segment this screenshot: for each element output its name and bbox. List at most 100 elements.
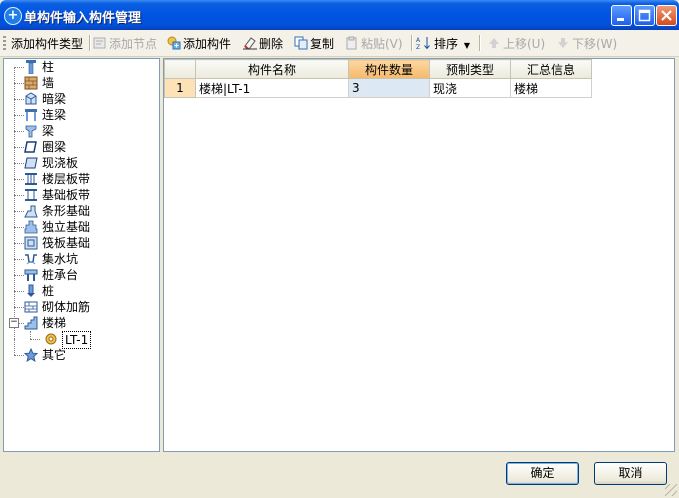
component-grid[interactable]: 构件名称 构件数量 预制类型 汇总信息 1 楼梯|LT-1 3 现浇 楼梯 (163, 58, 675, 452)
dialog-window: + 单构件输入构件管理 添加构件类型 添加节点 添加构件 删除 复制 粘贴(V)… (0, 0, 679, 498)
tree-item-label: 其它 (42, 348, 67, 362)
column-header-prefab-type[interactable]: 预制类型 (429, 59, 511, 79)
toolbar-grip[interactable] (3, 36, 6, 51)
copy-button[interactable]: 复制 (294, 36, 334, 52)
tree-connector (14, 195, 24, 196)
tree-item-label: LT-1 (62, 331, 92, 349)
cell-summary[interactable]: 楼梯 (510, 78, 592, 98)
add-node-icon (93, 37, 106, 49)
floor-strip-icon (25, 173, 37, 185)
tree-item-label: 独立基础 (42, 220, 91, 234)
tree-connector (14, 211, 24, 212)
sort-label: 排序 (434, 37, 459, 51)
tree-connector (14, 243, 24, 244)
maximize-button[interactable] (634, 5, 655, 26)
tree-item-label: 连梁 (42, 108, 67, 122)
toolbar-separator (89, 35, 91, 51)
tree-connector (14, 83, 24, 84)
tree-connector (14, 99, 24, 100)
delete-label: 删除 (259, 37, 284, 51)
row-number[interactable]: 1 (164, 78, 196, 98)
paste-label: 粘贴(V) (361, 37, 403, 51)
toolbar-separator (411, 35, 413, 51)
move-up-label: 上移(U) (503, 37, 546, 51)
move-down-label: 下移(W) (572, 37, 618, 51)
row-number-header[interactable] (164, 59, 196, 79)
tree-item-label: 墙 (42, 76, 55, 90)
add-component-type-button[interactable]: 添加构件类型 (11, 36, 83, 52)
close-button[interactable] (656, 5, 677, 26)
ring-beam-icon (24, 141, 37, 153)
tree-item-label: 基础板带 (42, 188, 91, 202)
tree-item-label: 砌体加筋 (42, 300, 91, 314)
beam-icon (25, 125, 37, 138)
minimize-button[interactable] (611, 5, 632, 26)
isolated-foundation-icon (24, 220, 38, 234)
tree-item-label: 集水坑 (42, 252, 79, 266)
title-bar[interactable]: + 单构件输入构件管理 (0, 0, 679, 30)
add-component-label: 添加构件 (183, 37, 232, 51)
tree-item-label: 现浇板 (42, 156, 79, 170)
tree-connector (30, 339, 40, 340)
stair-icon (24, 316, 38, 330)
raft-foundation-icon (24, 236, 38, 250)
move-down-button[interactable]: 下移(W) (556, 36, 617, 52)
paste-icon (346, 36, 357, 50)
tree-connector (14, 227, 24, 228)
link-beam-icon (25, 109, 37, 121)
other-star-icon (24, 348, 38, 362)
paste-button[interactable]: 粘贴(V) (345, 36, 403, 52)
toolbar-separator (479, 35, 481, 51)
svg-text:Z: Z (416, 44, 420, 50)
cell-prefab-type[interactable]: 现浇 (429, 78, 511, 98)
wall-icon (24, 76, 38, 90)
add-component-icon (167, 36, 181, 50)
column-icon (26, 60, 36, 74)
foundation-strip-icon (25, 189, 37, 201)
maximize-icon (638, 9, 651, 22)
tree-connector (14, 131, 24, 132)
delete-button[interactable]: 删除 (243, 36, 283, 52)
sump-icon (25, 254, 37, 265)
svg-text:A: A (416, 37, 421, 44)
minimize-icon (617, 18, 624, 21)
table-row[interactable]: 1 楼梯|LT-1 3 现浇 楼梯 (164, 78, 592, 98)
pile-icon (27, 284, 35, 297)
tree-connector (14, 339, 15, 355)
tree-item-label: 筏板基础 (42, 236, 91, 250)
slab-icon (24, 157, 38, 169)
app-icon: + (4, 7, 22, 25)
tree-connector (30, 331, 31, 339)
tree-item-label: 暗梁 (42, 92, 67, 106)
column-header-summary[interactable]: 汇总信息 (510, 59, 592, 79)
add-node-label: 添加节点 (109, 37, 158, 51)
collapse-toggle[interactable]: − (9, 318, 19, 328)
component-gear-icon (45, 333, 57, 345)
column-header-quantity[interactable]: 构件数量 (348, 59, 430, 79)
tree-connector (14, 67, 24, 68)
add-node-button[interactable]: 添加节点 (93, 36, 157, 52)
component-type-tree[interactable]: 柱墙暗梁 连梁梁圈梁 现浇板 楼层板带 基础板带 条形基础 独立基础 筏板基础 集水坑 桩承台桩砌… (3, 58, 160, 452)
chevron-down-icon: ▼ (463, 41, 470, 50)
tree-item-label: 桩承台 (42, 268, 79, 282)
resize-grip[interactable] (665, 484, 677, 496)
cell-name[interactable]: 楼梯|LT-1 (195, 78, 349, 98)
tree-connector (14, 147, 24, 148)
tree-item-label: 条形基础 (42, 204, 91, 218)
tree-connector (14, 259, 24, 260)
window-title: 单构件输入构件管理 (24, 11, 142, 26)
add-component-button[interactable]: 添加构件 (167, 36, 231, 52)
column-header-name[interactable]: 构件名称 (195, 59, 349, 79)
move-up-button[interactable]: 上移(U) (487, 36, 545, 52)
cell-quantity[interactable]: 3 (348, 78, 430, 98)
sort-button[interactable]: A Z 排序 ▼ (416, 36, 470, 52)
tree-connector (14, 355, 24, 356)
tree-connector (14, 275, 24, 276)
ok-button[interactable]: 确定 (506, 462, 579, 485)
masonry-rebar-icon (24, 301, 38, 313)
cancel-button[interactable]: 取消 (594, 462, 667, 485)
tree-item-label: 桩 (42, 284, 55, 298)
tree-connector (14, 307, 24, 308)
tree-item-label: 梁 (42, 124, 55, 138)
tree-connector (14, 163, 24, 164)
